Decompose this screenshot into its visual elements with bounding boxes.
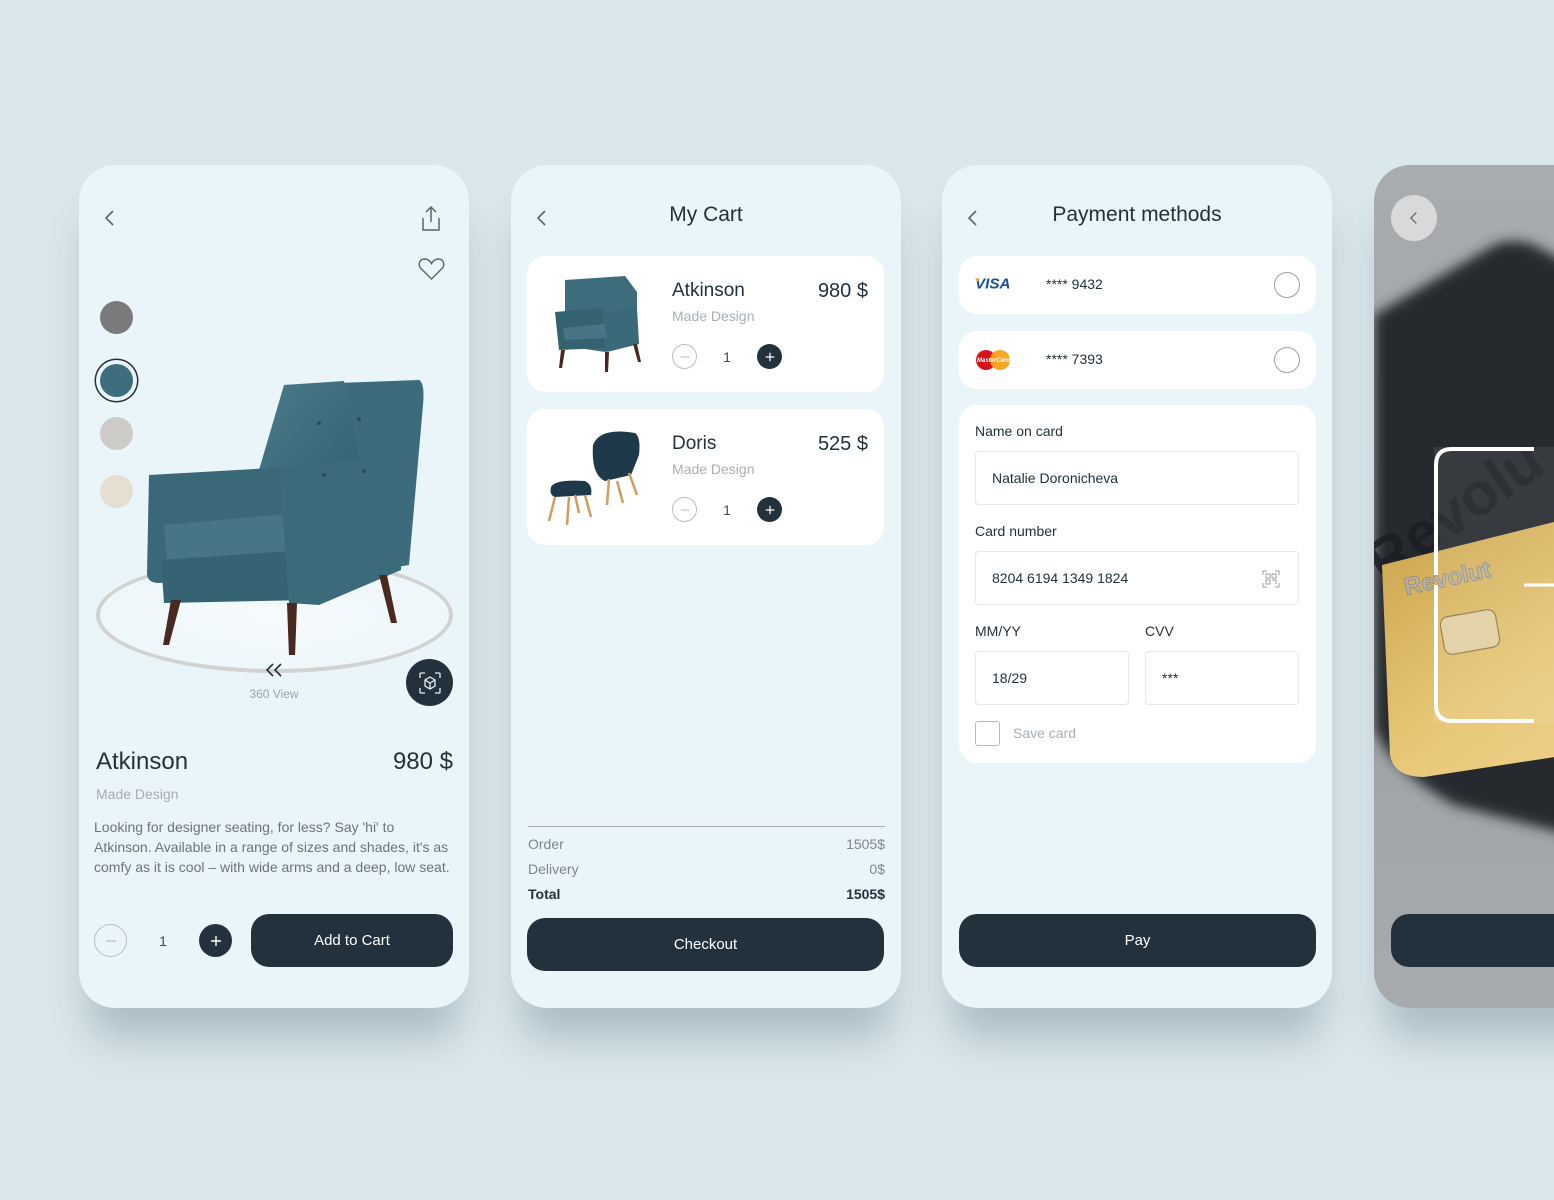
cart-item-brand: Made Design <box>672 461 755 477</box>
ar-view-button[interactable] <box>406 659 453 706</box>
armchair-thumbnail <box>555 276 641 372</box>
save-card-label: Save card <box>1013 725 1077 741</box>
quantity-stepper: 1 <box>672 497 782 522</box>
cart-item-brand: Made Design <box>672 308 755 324</box>
card-number-input[interactable]: 8204 6194 1349 1824 <box>975 551 1299 605</box>
summary-value: 1505$ <box>846 836 885 852</box>
checkout-button[interactable]: Checkout <box>527 918 884 971</box>
card-camera-preview: Revolu Revolut <box>1374 241 1554 831</box>
summary-row-delivery: Delivery 0$ <box>528 861 885 877</box>
minus-icon <box>680 355 689 358</box>
radio-button[interactable] <box>1274 272 1300 298</box>
summary-value: 0$ <box>869 861 885 877</box>
color-swatch-light-grey[interactable] <box>100 417 133 450</box>
quantity-stepper: 1 <box>94 924 232 957</box>
cart-item-name: Doris <box>672 433 717 454</box>
color-swatch-grey[interactable] <box>100 301 133 334</box>
decrease-quantity-button[interactable] <box>94 924 127 957</box>
card-number-label: Card number <box>975 523 1057 539</box>
svg-text:VISA: VISA <box>975 276 1010 291</box>
summary-label: Total <box>528 886 561 902</box>
mastercard-logo-icon: MasterCard <box>975 349 1011 376</box>
summary-row-order: Order 1505$ <box>528 836 885 852</box>
decrease-quantity-button[interactable] <box>672 344 697 369</box>
pay-button[interactable]: Pay <box>959 914 1316 967</box>
increase-quantity-button[interactable] <box>757 344 782 369</box>
rotate-icon[interactable] <box>264 662 286 678</box>
add-to-cart-button[interactable]: Add to Cart <box>251 914 453 967</box>
expiry-label: MM/YY <box>975 623 1021 639</box>
back-icon[interactable] <box>101 207 119 229</box>
continue-button[interactable] <box>1391 914 1554 967</box>
share-icon[interactable] <box>419 205 443 233</box>
expiry-input[interactable]: 18/29 <box>975 651 1129 705</box>
cart-item-name: Atkinson <box>672 280 745 301</box>
card-form: Name on card Natalie Doronicheva Card nu… <box>959 405 1316 763</box>
payment-method-mastercard[interactable]: MasterCard **** 7393 <box>959 331 1316 389</box>
card-number-masked: **** 7393 <box>1046 351 1103 367</box>
armchair-image <box>147 380 424 655</box>
summary-label: Delivery <box>528 861 579 877</box>
name-on-card-input[interactable]: Natalie Doronicheva <box>975 451 1299 505</box>
save-card-checkbox[interactable] <box>975 721 1000 746</box>
scan-card-icon[interactable] <box>1262 570 1280 588</box>
product-price: 980 $ <box>392 748 453 775</box>
minus-icon <box>680 508 689 511</box>
heart-icon[interactable] <box>418 257 445 281</box>
card-scan-screen: Revolu Revolut <box>1374 165 1554 1008</box>
cart-item-price: 980 $ <box>817 280 868 302</box>
plus-icon <box>765 505 774 514</box>
cvv-input[interactable]: *** <box>1145 651 1299 705</box>
visa-logo-icon: VISA <box>975 275 1013 296</box>
page-title: My Cart <box>669 203 743 226</box>
color-swatch-teal[interactable] <box>100 364 133 397</box>
lounge-chair-thumbnail <box>547 431 640 525</box>
page-title: Payment methods <box>1052 203 1222 226</box>
cvv-label: CVV <box>1145 623 1174 639</box>
radio-button[interactable] <box>1274 347 1300 373</box>
minus-icon <box>105 939 116 942</box>
name-on-card-label: Name on card <box>975 423 1063 439</box>
summary-label: Order <box>528 836 564 852</box>
quantity-stepper: 1 <box>672 344 782 369</box>
payment-method-visa[interactable]: VISA **** 9432 <box>959 256 1316 314</box>
color-swatch-cream[interactable] <box>100 475 133 508</box>
increase-quantity-button[interactable] <box>199 924 232 957</box>
increase-quantity-button[interactable] <box>757 497 782 522</box>
back-button[interactable] <box>1391 195 1437 241</box>
product-description: Looking for designer seating, for less? … <box>94 819 450 875</box>
product-screen: 360 View Atkinson 980 $ Made Design Look… <box>79 165 469 1008</box>
cart-item: Atkinson 980 $ Made Design 1 <box>527 256 884 392</box>
ar-cube-icon <box>418 671 441 694</box>
summary-divider <box>528 826 885 827</box>
quantity-value: 1 <box>723 348 731 365</box>
quantity-value: 1 <box>159 932 167 949</box>
decrease-quantity-button[interactable] <box>672 497 697 522</box>
product-brand: Made Design <box>96 786 179 802</box>
summary-row-total: Total 1505$ <box>528 886 885 902</box>
summary-value: 1505$ <box>846 886 885 902</box>
plus-icon <box>210 935 221 946</box>
card-number-value: 8204 6194 1349 1824 <box>992 570 1129 586</box>
product-name: Atkinson <box>96 748 189 775</box>
payment-screen: Payment methods VISA **** 9432 MasterCar… <box>942 165 1332 1008</box>
quantity-value: 1 <box>723 501 731 518</box>
cart-item-price: 525 $ <box>817 433 868 455</box>
card-number-masked: **** 9432 <box>1046 276 1103 292</box>
plus-icon <box>765 352 774 361</box>
svg-text:MasterCard: MasterCard <box>977 358 1010 364</box>
cart-item: Doris 525 $ Made Design 1 <box>527 409 884 545</box>
cart-screen: My Cart Atkinson 980 $ Made Design 1 Dor… <box>511 165 901 1008</box>
back-icon <box>1410 212 1417 224</box>
